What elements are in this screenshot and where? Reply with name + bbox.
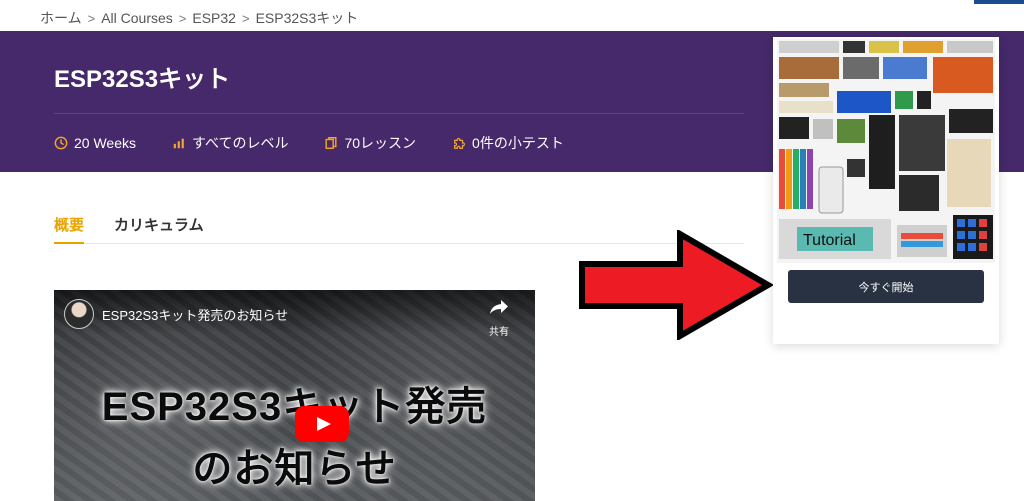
tutorial-label: Tutorial [803,232,856,249]
course-title: ESP32S3キット [54,66,231,93]
breadcrumb-home[interactable]: ホーム [40,8,82,28]
youtube-play-icon[interactable] [295,406,349,442]
meta-level-text: すべてのレベル [192,135,289,151]
meta-lessons-text: 70レッスン [344,135,417,151]
course-card: Tutorial 今すぐ開始 [773,37,999,344]
meta-level: すべてのレベル [172,133,288,153]
youtube-video-embed[interactable]: ESP32S3キット発売のお知らせ 共有 ESP32S3キット発売 のお知らせ [54,290,535,501]
channel-avatar[interactable] [64,299,94,329]
clock-icon [54,136,68,150]
meta-duration-text: 20 Weeks [74,135,136,151]
breadcrumb-all-courses[interactable]: All Courses [101,10,173,26]
meta-lessons: 70レッスン [324,133,416,153]
video-overlay-line2: のお知らせ [192,447,397,491]
video-title[interactable]: ESP32S3キット発売のお知らせ [102,305,288,324]
red-arrow-icon [579,230,773,340]
share-button[interactable]: 共有 [485,298,513,338]
course-meta: 20 Weeks すべてのレベル 70レッスン 0件の小テスト [54,133,564,153]
kit-product-image: Tutorial [777,39,995,263]
meta-quizzes: 0件の小テスト [452,133,564,153]
bar-chart-icon [173,138,184,149]
meta-quizzes-text: 0件の小テスト [472,135,564,151]
copy-icon [325,137,337,149]
breadcrumb-esp32[interactable]: ESP32 [192,10,236,26]
breadcrumb-separator: > [178,10,187,26]
header-divider [54,113,744,114]
tab-curriculum[interactable]: カリキュラム [114,212,204,244]
meta-duration: 20 Weeks [54,133,136,153]
share-icon [490,300,508,314]
start-now-button[interactable]: 今すぐ開始 [788,270,984,303]
puzzle-icon [454,137,466,149]
top-corner-accent [974,0,1024,4]
breadcrumb-separator: > [241,10,250,26]
breadcrumb: ホーム > All Courses > ESP32 > ESP32S3キット [40,8,358,28]
tab-overview[interactable]: 概要 [54,212,85,244]
share-label: 共有 [489,327,509,338]
breadcrumb-separator: > [87,10,96,26]
breadcrumb-current: ESP32S3キット [255,10,359,26]
